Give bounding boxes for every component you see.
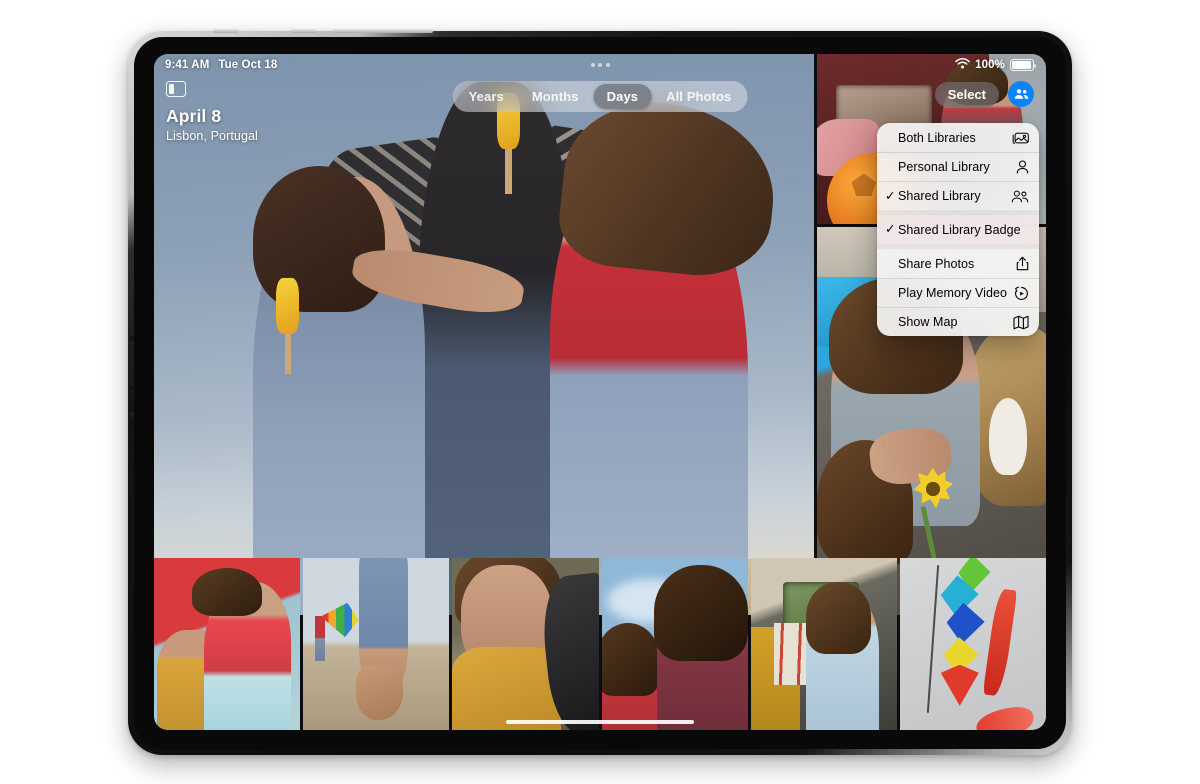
person-icon xyxy=(1012,160,1029,174)
menu-item-label: Play Memory Video xyxy=(898,286,1007,300)
photo-legs-on-beach-with-kite[interactable] xyxy=(303,558,450,730)
ipad-device-frame: 9:41 AM Tue Oct 18 100% April 8 Lisbon, … xyxy=(128,28,1072,755)
share-icon xyxy=(1012,256,1029,271)
map-icon xyxy=(1012,315,1029,330)
photo-colorful-kite[interactable] xyxy=(899,558,1046,730)
menu-item-label: Both Libraries xyxy=(898,130,976,145)
device-mic xyxy=(129,439,134,444)
sunflower xyxy=(913,467,954,511)
tab-years[interactable]: Years xyxy=(456,84,517,109)
menu-item-share-photos[interactable]: Share Photos xyxy=(877,249,1039,278)
device-button-power[interactable] xyxy=(333,28,433,33)
hero-hair-left xyxy=(253,166,385,313)
menu-item-label: Shared Library Badge xyxy=(898,222,1021,237)
menu-group-library-scope: Both Libraries Personal Library ✓ Shared… xyxy=(877,123,1039,210)
thumb5-hair xyxy=(806,582,871,655)
menu-item-label: Shared Library xyxy=(898,189,981,203)
screenshot-canvas: 9:41 AM Tue Oct 18 100% April 8 Lisbon, … xyxy=(0,0,1200,784)
popsicle-stick-right xyxy=(505,149,512,195)
two-people-icon xyxy=(1011,190,1029,203)
dog-chest xyxy=(989,397,1028,476)
memory-video-icon xyxy=(1012,286,1029,301)
menu-group-actions: Share Photos Play Memory Video Show Map xyxy=(877,249,1039,336)
popsicle-left xyxy=(276,278,299,335)
menu-item-label: Personal Library xyxy=(898,160,990,174)
checkmark-icon: ✓ xyxy=(885,188,896,203)
photo-girl-resting-on-car-door[interactable] xyxy=(452,558,599,730)
photo-thumbnail-row xyxy=(154,558,1046,730)
menu-group-badge: ✓ Shared Library Badge xyxy=(877,215,1039,244)
menu-item-both-libraries[interactable]: Both Libraries xyxy=(877,123,1039,152)
dot xyxy=(590,63,595,67)
device-sensor xyxy=(130,387,133,390)
menu-item-label: Share Photos xyxy=(898,256,975,271)
battery-icon xyxy=(1010,59,1037,71)
photo-two-girls-lying-down[interactable] xyxy=(154,558,301,730)
status-bar-center xyxy=(154,58,1046,72)
thumb2-person xyxy=(314,616,326,662)
menu-item-label: Show Map xyxy=(898,315,958,329)
tab-all-photos[interactable]: All Photos xyxy=(653,84,744,109)
header-actions: Select xyxy=(934,81,1034,107)
menu-item-show-map[interactable]: Show Map xyxy=(877,307,1039,336)
menu-item-shared-library[interactable]: ✓ Shared Library xyxy=(877,181,1039,210)
select-button[interactable]: Select xyxy=(934,81,999,107)
battery-fill xyxy=(1012,61,1032,69)
menu-item-personal-library[interactable]: Personal Library xyxy=(877,152,1039,181)
photo-girl-looking-out-van-window[interactable] xyxy=(750,558,897,730)
thumb3-sleeve xyxy=(452,647,561,730)
timeline-segmented-control[interactable]: Years Months Days All Photos xyxy=(452,81,748,112)
popsicle-stick-left xyxy=(284,328,292,374)
device-button-volume-up[interactable] xyxy=(213,28,239,33)
status-bar: 9:41 AM Tue Oct 18 100% xyxy=(154,54,1046,76)
thumb4-hair-back xyxy=(654,564,748,662)
tab-days[interactable]: Days xyxy=(593,84,652,109)
device-front-camera xyxy=(129,336,134,341)
menu-item-play-memory-video[interactable]: Play Memory Video xyxy=(877,278,1039,307)
tab-months[interactable]: Months xyxy=(519,84,592,109)
thumb2-foot xyxy=(355,664,403,720)
device-faceid-sensor xyxy=(129,412,134,417)
thumb1-hair xyxy=(192,568,263,617)
ipad-screen: 9:41 AM Tue Oct 18 100% April 8 Lisbon, … xyxy=(154,54,1046,730)
dot xyxy=(605,63,610,67)
library-filter-context-menu[interactable]: Both Libraries Personal Library ✓ Shared… xyxy=(877,123,1039,336)
multitasking-dots-icon[interactable] xyxy=(585,58,616,72)
thumb4-hair-front xyxy=(601,623,660,696)
shared-library-people-icon[interactable] xyxy=(1008,81,1034,107)
sunflower-petals xyxy=(913,467,954,509)
menu-item-shared-library-badge[interactable]: ✓ Shared Library Badge xyxy=(877,215,1039,244)
home-indicator[interactable] xyxy=(506,719,694,724)
sidebar-toggle-icon[interactable] xyxy=(166,81,186,97)
checkmark-icon: ✓ xyxy=(885,222,896,237)
device-mic-secondary xyxy=(129,463,134,468)
photo-stack-icon xyxy=(1012,131,1029,144)
device-button-volume-down[interactable] xyxy=(291,28,317,33)
device-bezel: 9:41 AM Tue Oct 18 100% April 8 Lisbon, … xyxy=(134,37,1066,749)
dot xyxy=(598,63,602,67)
photo-two-girls-in-wind[interactable] xyxy=(601,558,748,730)
